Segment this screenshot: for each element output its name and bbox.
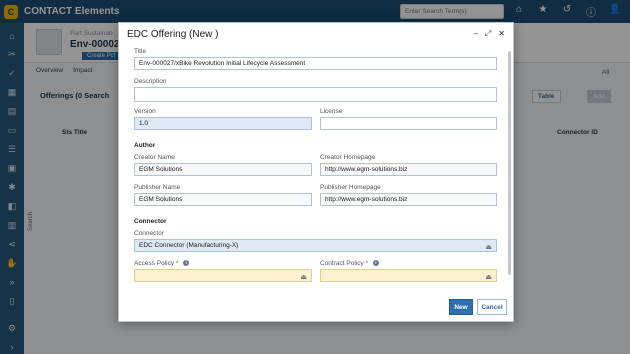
- contract-policy-field[interactable]: ⏏: [320, 269, 497, 282]
- publisher-homepage-field[interactable]: [320, 193, 497, 206]
- creator-name-field[interactable]: [134, 163, 312, 176]
- lookup-icon[interactable]: ⏏: [485, 242, 492, 251]
- description-label: Description: [134, 78, 167, 85]
- connector-section-title: Connector: [134, 218, 167, 225]
- description-field[interactable]: [134, 87, 497, 102]
- creator-homepage-label: Creator Homepage: [320, 154, 376, 161]
- creator-homepage-field[interactable]: [320, 163, 497, 176]
- minimize-icon[interactable]: –: [473, 29, 477, 39]
- close-icon[interactable]: ✕: [498, 29, 505, 39]
- info-icon[interactable]: i: [183, 260, 190, 266]
- publisher-name-label: Publisher Name: [134, 184, 181, 191]
- maximize-icon[interactable]: ⤢: [485, 29, 491, 39]
- publisher-name-field[interactable]: [134, 193, 312, 206]
- connector-label: Connector: [134, 230, 164, 237]
- contract-policy-label: Contract Policy * i: [320, 260, 379, 267]
- access-policy-field[interactable]: ⏏: [134, 269, 312, 282]
- info-icon[interactable]: i: [372, 260, 379, 266]
- dialog-header: EDC Offering (New ) – ⤢ ✕: [119, 23, 513, 47]
- connector-field[interactable]: EDC Connector (Manufacturing-X) ⏏: [134, 239, 497, 252]
- author-section-title: Author: [134, 142, 156, 149]
- lookup-icon[interactable]: ⏏: [300, 272, 307, 281]
- publisher-homepage-label: Publisher Homepage: [320, 184, 381, 191]
- required-marker: *: [365, 260, 369, 267]
- dialog-title: EDC Offering (New ): [127, 29, 219, 40]
- version-field[interactable]: [134, 117, 312, 130]
- creator-name-label: Creator Name: [134, 154, 175, 161]
- connector-value: EDC Connector (Manufacturing-X): [139, 242, 239, 249]
- new-button[interactable]: New: [449, 299, 473, 315]
- required-marker: *: [175, 260, 179, 267]
- dialog-controls: – ⤢ ✕: [473, 29, 505, 39]
- license-label: License: [320, 108, 343, 115]
- access-policy-label-text: Access Policy: [134, 260, 175, 267]
- version-label: Version: [134, 108, 156, 115]
- title-field[interactable]: [134, 57, 497, 70]
- contract-policy-label-text: Contract Policy: [320, 260, 364, 267]
- dialog-footer: New Cancel: [119, 293, 513, 321]
- cancel-button[interactable]: Cancel: [477, 299, 507, 315]
- dialog-body[interactable]: Title Description Version License Author…: [119, 47, 513, 315]
- dialog-scrollbar[interactable]: [508, 51, 511, 275]
- lookup-icon[interactable]: ⏏: [485, 272, 492, 281]
- title-label: Title: [134, 48, 147, 55]
- edc-offering-dialog: EDC Offering (New ) – ⤢ ✕ Title Descript…: [118, 22, 514, 322]
- license-field[interactable]: [320, 117, 497, 130]
- access-policy-label: Access Policy * i: [134, 260, 190, 267]
